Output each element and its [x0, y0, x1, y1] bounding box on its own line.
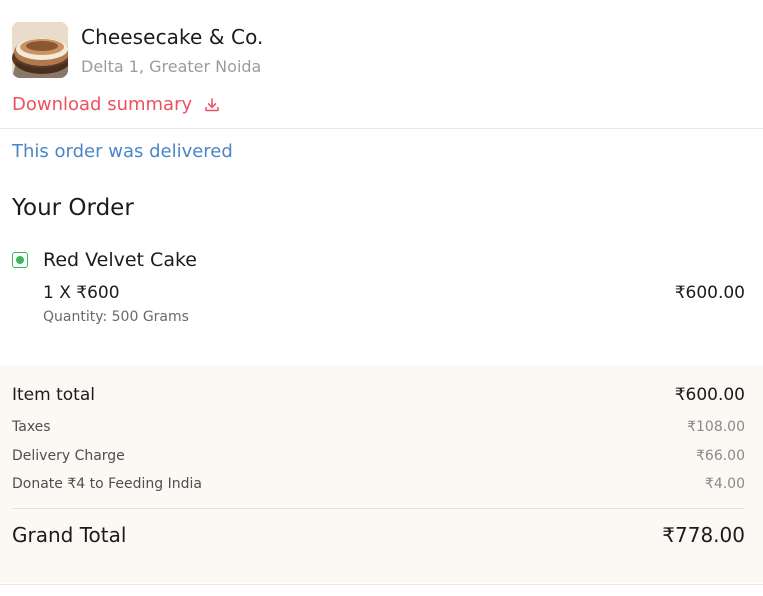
your-order-heading: Your Order	[12, 195, 134, 221]
item-total-row: Item total ₹600.00	[12, 385, 745, 405]
cheesecake-photo	[12, 22, 68, 78]
order-status: This order was delivered	[12, 141, 233, 162]
grand-total-label: Grand Total	[12, 523, 127, 547]
download-summary-button[interactable]: Download summary	[12, 94, 220, 115]
taxes-value: ₹108.00	[687, 419, 745, 435]
item-quantity-note: Quantity: 500 Grams	[43, 309, 189, 325]
delivery-charge-value: ₹66.00	[696, 448, 745, 464]
donation-label: Donate ₹4 to Feeding India	[12, 476, 202, 492]
download-summary-label: Download summary	[12, 94, 193, 115]
restaurant-header: Cheesecake & Co. Delta 1, Greater Noida	[12, 22, 264, 78]
restaurant-name[interactable]: Cheesecake & Co.	[81, 25, 264, 49]
donation-value: ₹4.00	[704, 476, 745, 492]
item-total-value: ₹600.00	[674, 385, 745, 405]
item-total-price: ₹600.00	[674, 283, 745, 303]
download-icon	[205, 97, 219, 111]
order-summary-page: Cheesecake & Co. Delta 1, Greater Noida …	[0, 0, 763, 596]
delivery-charge-row: Delivery Charge ₹66.00	[12, 448, 745, 464]
item-name: Red Velvet Cake	[43, 249, 197, 271]
item-total-label: Item total	[12, 385, 95, 405]
bill-details: Item total ₹600.00 Taxes ₹108.00 Deliver…	[0, 365, 763, 583]
bill-divider	[12, 508, 745, 509]
grand-total-row: Grand Total ₹778.00	[12, 523, 745, 547]
restaurant-image	[12, 22, 68, 78]
header-divider	[0, 128, 763, 129]
taxes-row: Taxes ₹108.00	[12, 419, 745, 435]
taxes-label: Taxes	[12, 419, 51, 435]
restaurant-location: Delta 1, Greater Noida	[81, 57, 262, 76]
grand-total-value: ₹778.00	[662, 523, 745, 547]
item-quantity-price: 1 X ₹600	[43, 283, 120, 303]
veg-indicator-icon	[12, 252, 28, 268]
footer-divider	[0, 584, 763, 585]
delivery-charge-label: Delivery Charge	[12, 448, 125, 464]
donation-row: Donate ₹4 to Feeding India ₹4.00	[12, 476, 745, 492]
